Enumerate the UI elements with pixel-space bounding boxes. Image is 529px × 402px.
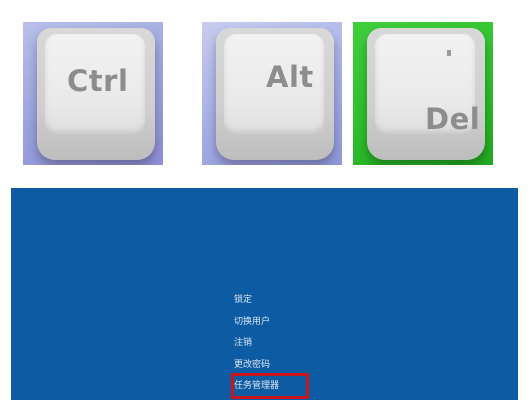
- key-label-del: Del: [425, 102, 481, 136]
- keycap: Alt: [216, 28, 334, 160]
- task-manager-highlight-box: [231, 373, 309, 399]
- keycap: Del: [367, 28, 485, 160]
- ctrl-key-photo: Ctrl: [23, 22, 163, 165]
- menu-item-sign-out[interactable]: 注销: [233, 337, 279, 359]
- key-label-alt: Alt: [266, 60, 314, 94]
- del-key-photo: Del: [353, 22, 493, 165]
- menu-item-lock[interactable]: 锁定: [233, 294, 279, 316]
- menu-item-switch-user[interactable]: 切换用户: [233, 316, 279, 338]
- alt-key-photo: Alt: [202, 22, 342, 165]
- keycap: Ctrl: [37, 28, 155, 160]
- key-label-ctrl: Ctrl: [67, 64, 129, 98]
- security-options-screen: 锁定 切换用户 注销 更改密码 任务管理器: [11, 188, 518, 400]
- key-nub: [447, 50, 451, 56]
